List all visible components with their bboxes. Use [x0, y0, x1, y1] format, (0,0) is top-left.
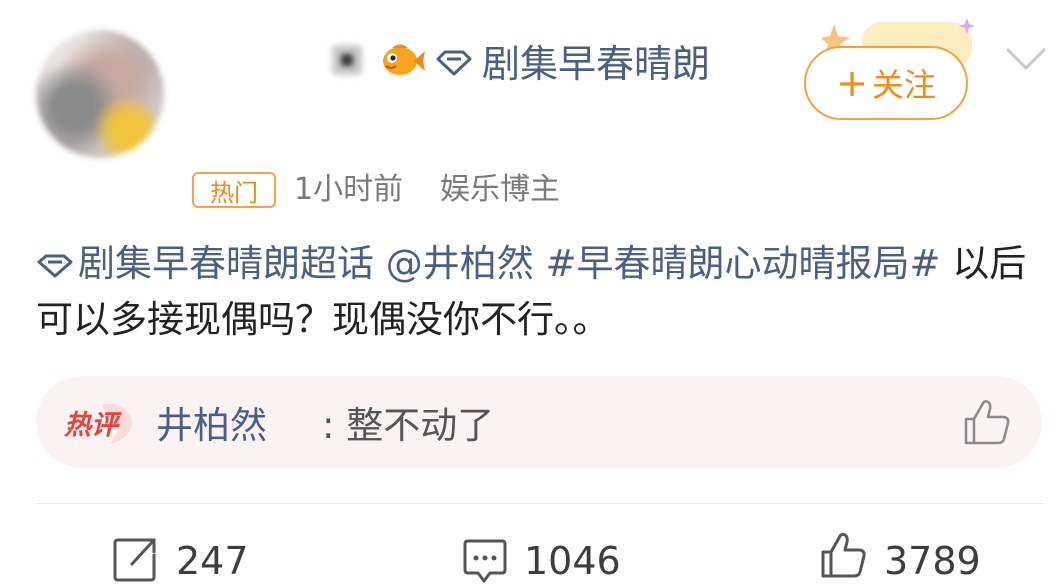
repost-count[interactable]: 247 — [176, 536, 249, 586]
hot-badge: 热门 — [192, 172, 276, 208]
diamond-icon — [436, 50, 472, 76]
comment-count[interactable]: 1046 — [524, 536, 621, 586]
post-time: 1小时前 — [294, 172, 404, 207]
topic-name[interactable]: 剧集早春晴朗 — [482, 38, 710, 90]
thumbs-up-icon[interactable] — [820, 532, 866, 578]
follow-label: 关注 — [871, 66, 936, 104]
comment-icon[interactable] — [462, 538, 508, 584]
plus-icon: + — [836, 61, 868, 105]
repost-icon[interactable] — [112, 536, 158, 582]
divider — [36, 503, 1044, 504]
chevron-down-icon[interactable] — [1004, 44, 1048, 74]
fish-badge-icon — [383, 44, 425, 75]
thumbs-up-icon[interactable] — [960, 397, 1012, 447]
supertopic-link[interactable]: 剧集早春晴朗超话 — [36, 242, 374, 285]
hot-comment-text: : 整不动了 — [322, 404, 495, 447]
hot-comment-user[interactable]: 井柏然 — [156, 400, 267, 452]
like-count[interactable]: 3789 — [884, 536, 981, 586]
supertopic-label: 剧集早春晴朗超话 — [78, 242, 374, 285]
hashtag-link[interactable]: #早春晴朗心动晴报局# — [546, 242, 941, 285]
diamond-icon — [37, 254, 73, 277]
svg-text:热评: 热评 — [63, 410, 122, 441]
blurred-username[interactable] — [332, 45, 362, 75]
hot-comment-badge: 热评 — [63, 403, 132, 444]
post-content: 剧集早春晴朗超话 @井柏然 #早春晴朗心动晴报局# 以后可以多接现偶吗？现偶没你… — [36, 236, 1046, 348]
mention-link[interactable]: @井柏然 — [386, 242, 534, 285]
author-role: 娱乐博主 — [440, 172, 560, 207]
avatar[interactable] — [36, 30, 164, 158]
follow-button[interactable]: + 关注 — [804, 46, 968, 120]
